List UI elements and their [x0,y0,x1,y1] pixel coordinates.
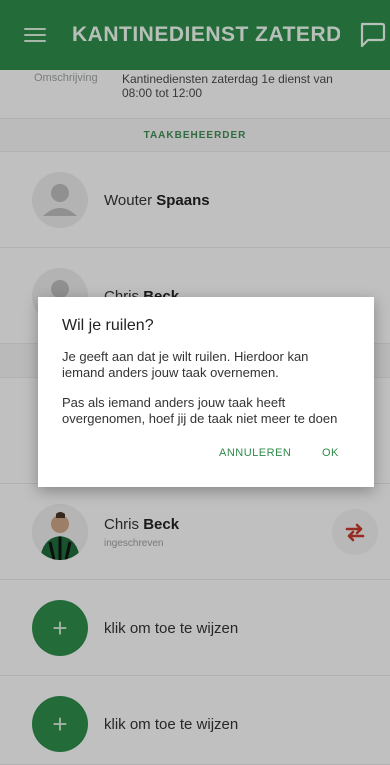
swap-dialog: Wil je ruilen? Je geeft aan dat je wilt … [38,297,374,487]
cancel-button[interactable]: ANNULEREN [219,447,291,459]
dialog-title: Wil je ruilen? [62,317,154,334]
dialog-body-paragraph: Pas als iemand anders jouw taak heeft ov… [62,395,338,426]
ok-button[interactable]: OK [322,447,339,459]
dialog-body-paragraph: Je geeft aan dat je wilt ruilen. Hierdoo… [62,349,309,380]
